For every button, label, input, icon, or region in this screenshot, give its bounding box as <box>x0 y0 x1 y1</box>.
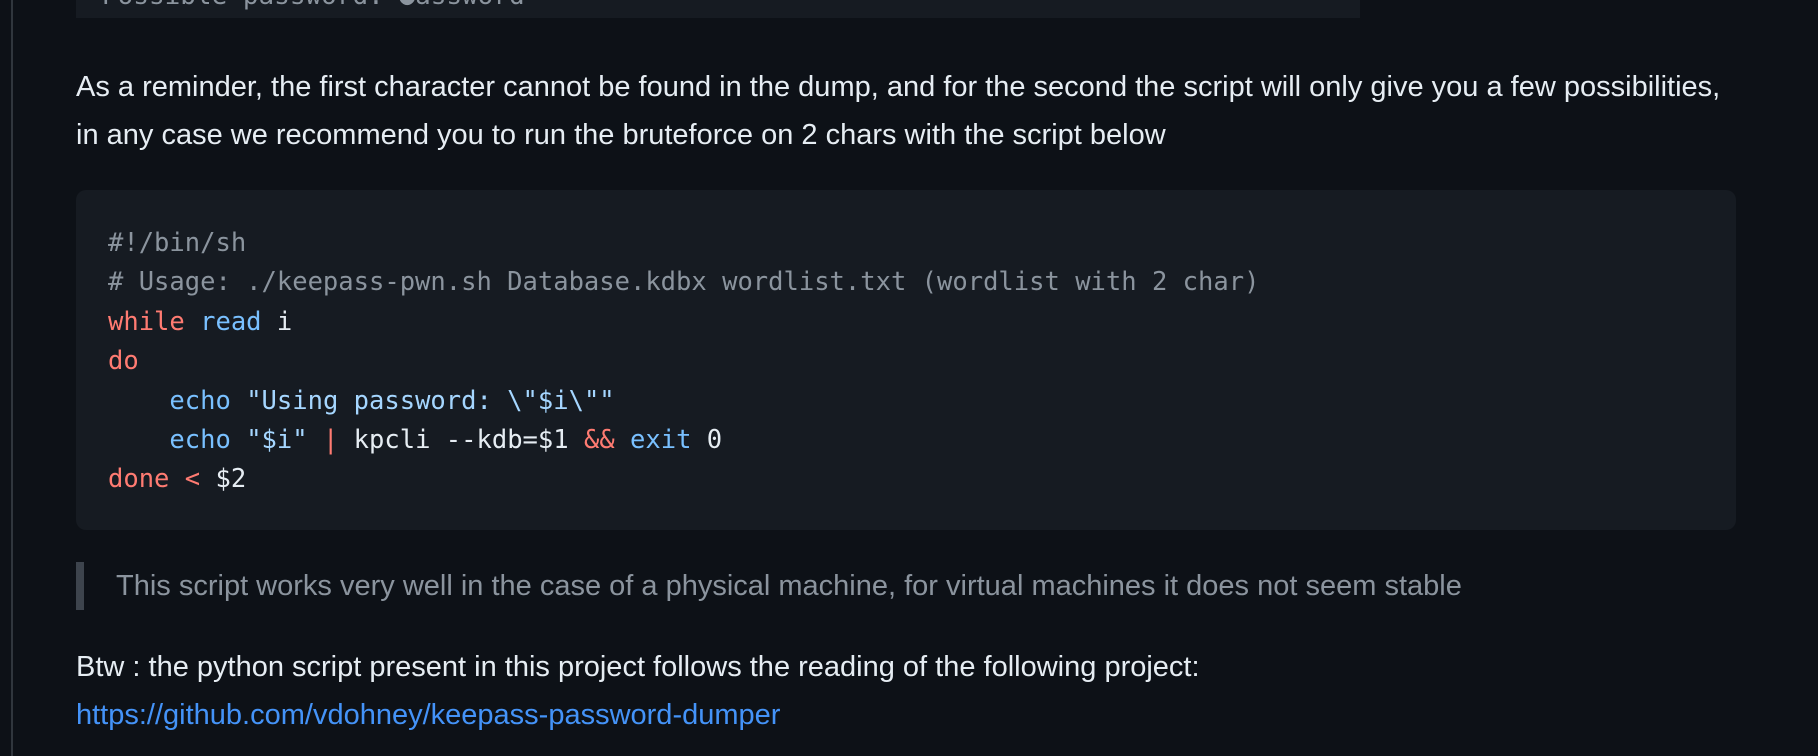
code-line-echo-kpcli: echo "$i" | kpcli --kdb=$1 && exit 0 <box>169 424 723 455</box>
previous-code-block: Possible password: ●assword <box>76 0 1360 18</box>
blockquote-bar <box>76 562 84 610</box>
content-left-border <box>11 0 13 756</box>
blockquote: This script works very well in the case … <box>76 562 1736 610</box>
code-line-while: while read i <box>108 306 293 337</box>
code-line-shebang: #!/bin/sh <box>108 228 247 258</box>
code-line-usage-comment: # Usage: ./keepass-pwn.sh Database.kdbx … <box>108 267 1260 298</box>
btw-text: Btw : the python script present in this … <box>76 651 1200 683</box>
reminder-paragraph: As a reminder, the first character canno… <box>76 71 1721 151</box>
code-line-echo-using: echo "Using password: \"$i\"" <box>169 385 615 416</box>
btw-paragraph: Btw : the python script present in this … <box>76 643 1736 739</box>
keepass-password-dumper-link[interactable]: https://github.com/vdohney/keepass-passw… <box>76 699 780 731</box>
code-line-do: do <box>108 346 139 377</box>
bruteforce-script-code-block[interactable]: #!/bin/sh # Usage: ./keepass-pwn.sh Data… <box>76 190 1736 530</box>
code-line-done: done < $2 <box>108 464 247 495</box>
blockquote-text: This script works very well in the case … <box>116 570 1462 602</box>
previous-code-text: Possible password: ●assword <box>102 0 525 14</box>
